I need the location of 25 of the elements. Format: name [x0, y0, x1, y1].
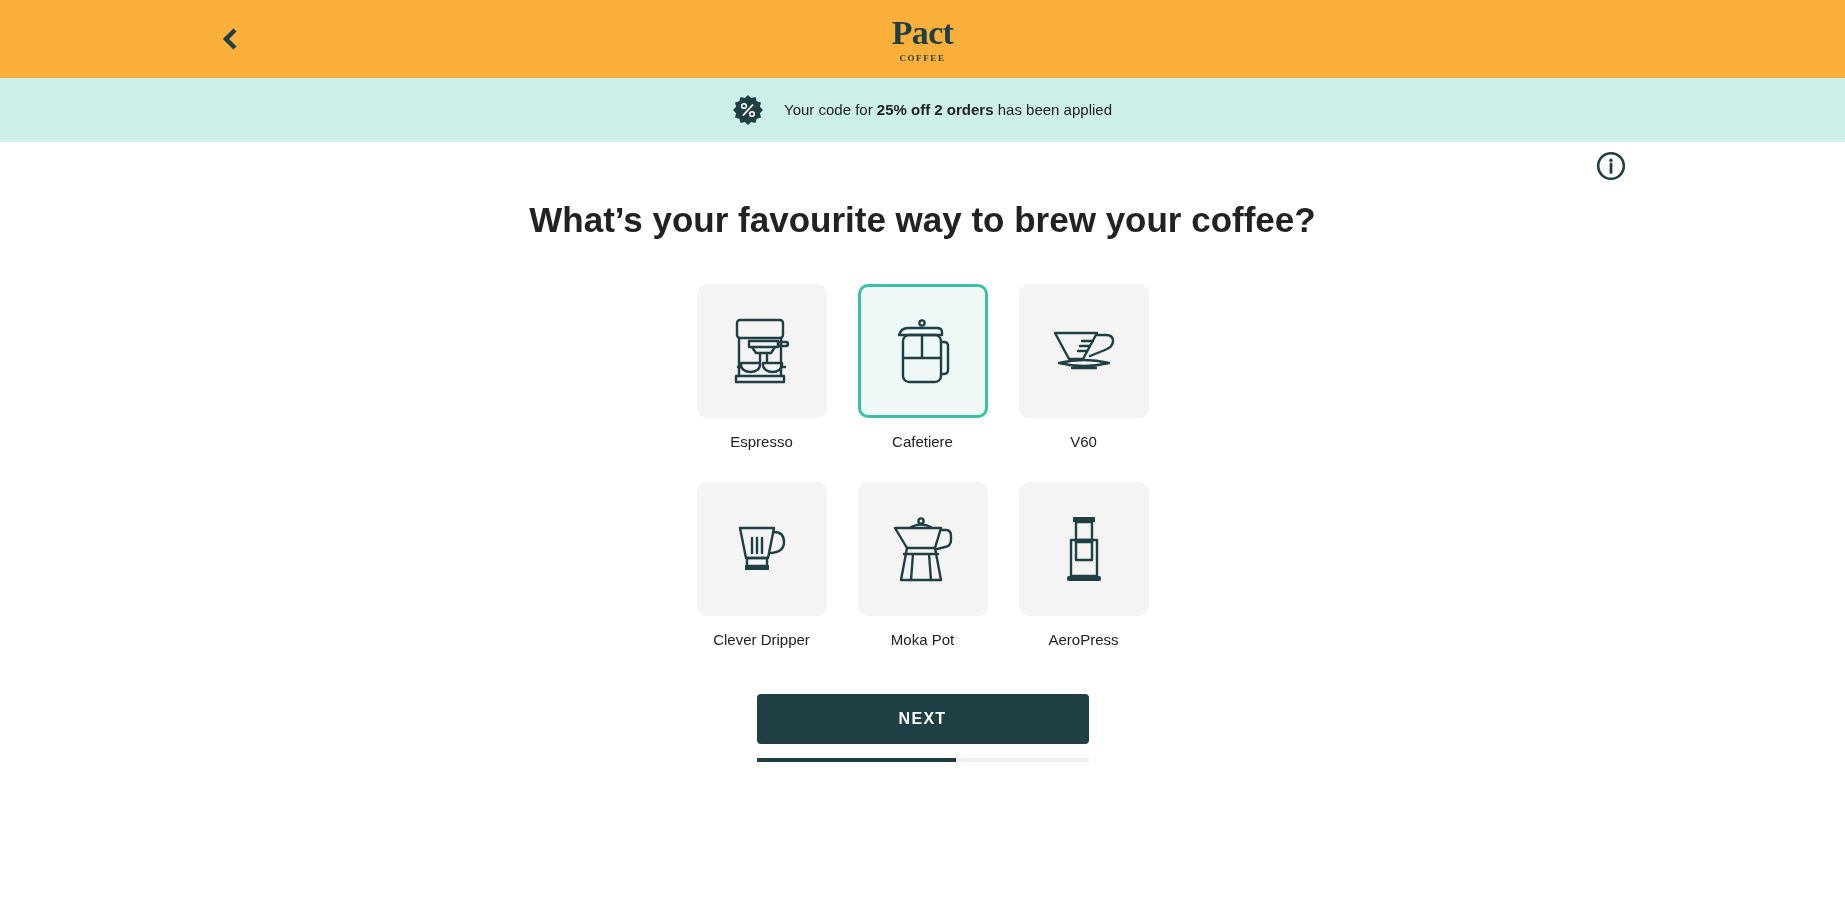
brew-method-tile[interactable]	[1018, 284, 1149, 418]
chevron-left-icon	[222, 28, 238, 50]
moka-pot-icon	[892, 516, 953, 582]
brew-method-label: Cafetiere	[892, 432, 953, 452]
info-icon[interactable]	[1596, 151, 1626, 181]
dripper-icon	[737, 526, 786, 572]
brew-method-tile[interactable]	[857, 482, 988, 616]
brew-method-label: AeroPress	[1048, 630, 1119, 650]
brew-method-label: Clever Dripper	[713, 630, 810, 650]
brew-method-label: Moka Pot	[890, 630, 955, 650]
brew-method-tile[interactable]	[696, 284, 827, 418]
brew-method-tile[interactable]	[1018, 482, 1149, 616]
aeropress-icon	[1064, 516, 1103, 582]
pour-over-dripper-icon	[1051, 330, 1116, 372]
brew-method-label: V60	[1070, 432, 1097, 452]
brew-method-tile[interactable]	[696, 482, 827, 616]
next-button[interactable]: NEXT	[756, 694, 1089, 744]
question-heading: What’s your favourite way to brew your coffee?	[529, 200, 1316, 240]
logo-text: Pact	[891, 15, 954, 50]
promo-message: Your code for 25% off 2 orders has been applied	[784, 99, 1112, 120]
logo-tagline: COFFEE	[899, 52, 946, 63]
espresso-machine-icon	[733, 318, 790, 384]
discount-badge-icon	[733, 95, 763, 125]
brew-method-label: Espresso	[730, 432, 793, 452]
brew-method-tile[interactable]	[857, 284, 988, 418]
